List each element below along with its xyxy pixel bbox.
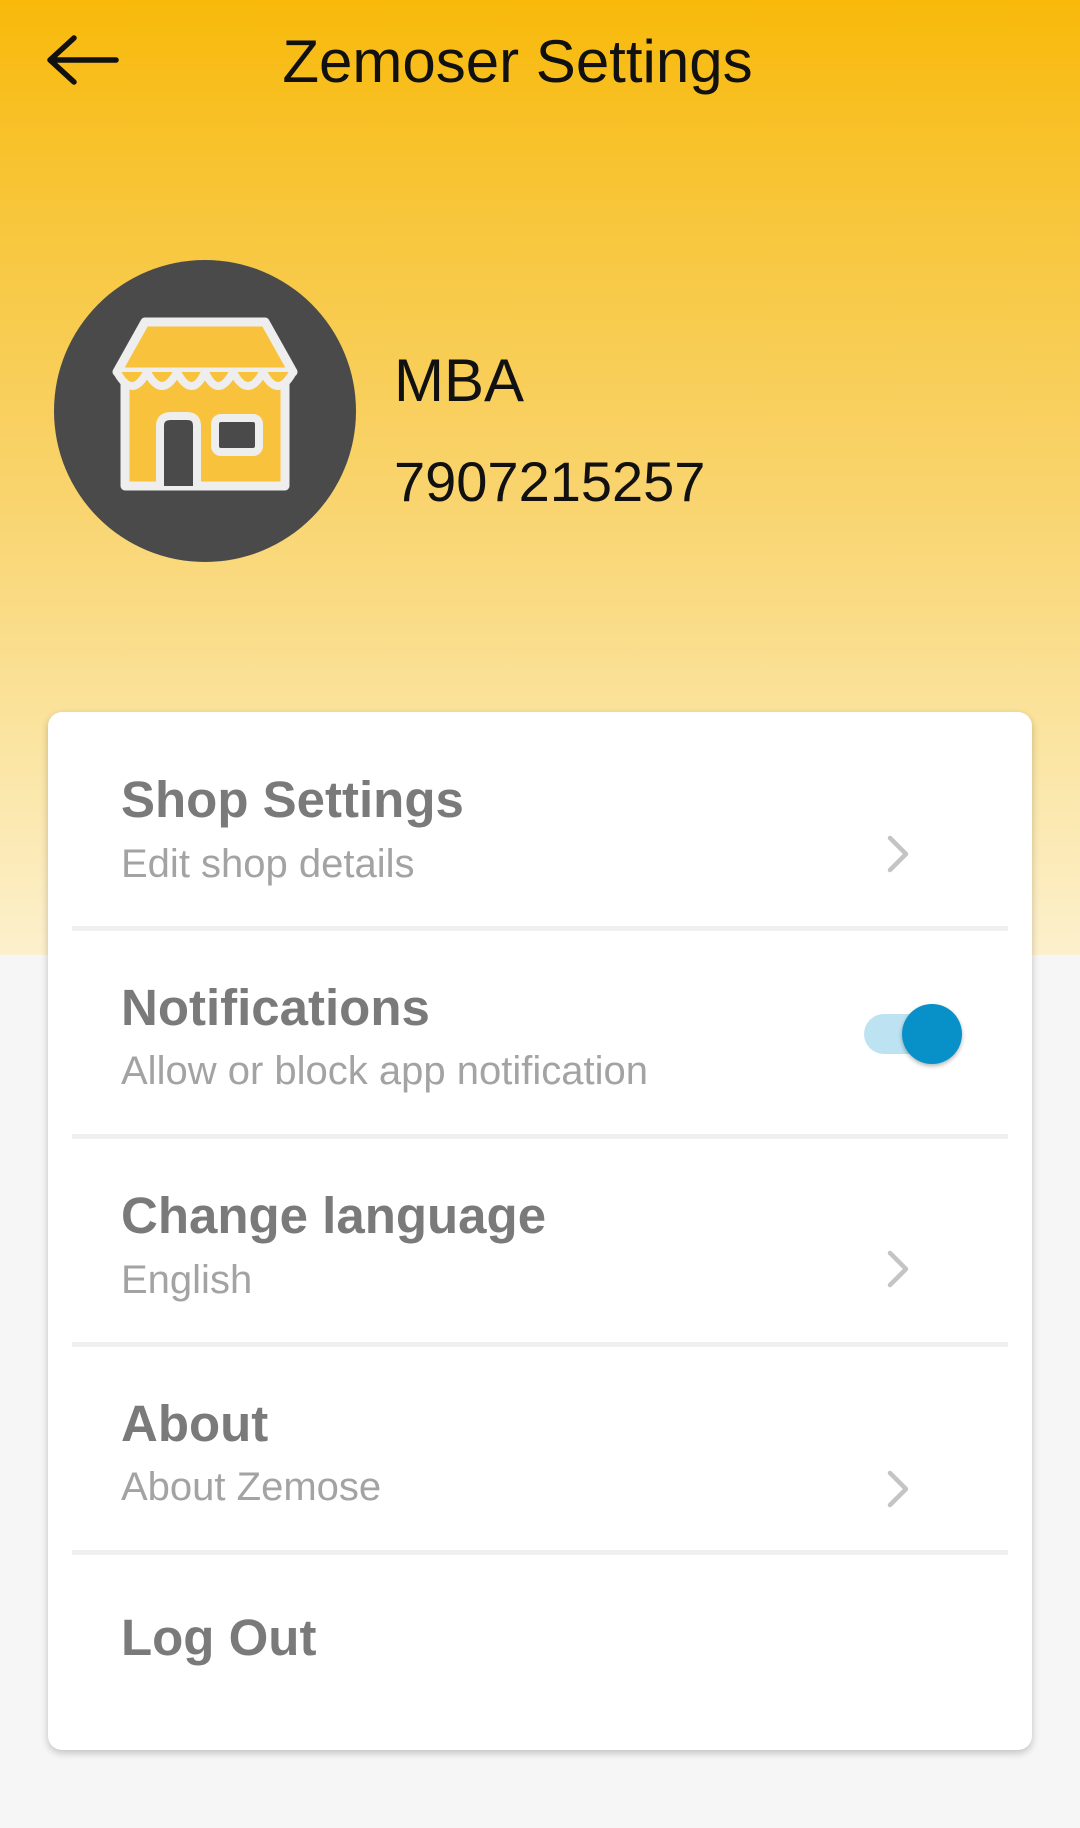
shop-settings-subtitle: Edit shop details [121,842,415,886]
change-language-subtitle: English [121,1258,253,1302]
profile-phone: 7907215257 [394,450,706,513]
change-language-row[interactable]: Change language English [48,1139,1032,1345]
page-title: Zemoser Settings [282,28,753,95]
notifications-title: Notifications [121,979,430,1036]
chevron-right-icon [876,824,920,884]
toggle-thumb [902,1004,962,1064]
about-title: About [121,1395,269,1452]
shop-icon [105,314,305,509]
shop-settings-row[interactable]: Shop Settings Edit shop details [48,712,1032,918]
settings-card: Shop Settings Edit shop details Notifica… [48,712,1032,1750]
chevron-right-icon [876,1459,920,1519]
chevron-right-icon [876,1239,920,1299]
change-language-title: Change language [121,1187,547,1244]
shop-settings-title: Shop Settings [121,771,464,828]
about-subtitle: About Zemose [121,1465,382,1509]
avatar[interactable] [54,260,356,562]
logout-row[interactable]: Log Out [48,1555,1032,1750]
notifications-toggle[interactable] [856,999,964,1069]
notifications-subtitle: Allow or block app notification [121,1049,648,1093]
profile-name: MBA [394,347,525,414]
logout-title: Log Out [121,1609,317,1666]
about-row[interactable]: About About Zemose [48,1347,1032,1553]
